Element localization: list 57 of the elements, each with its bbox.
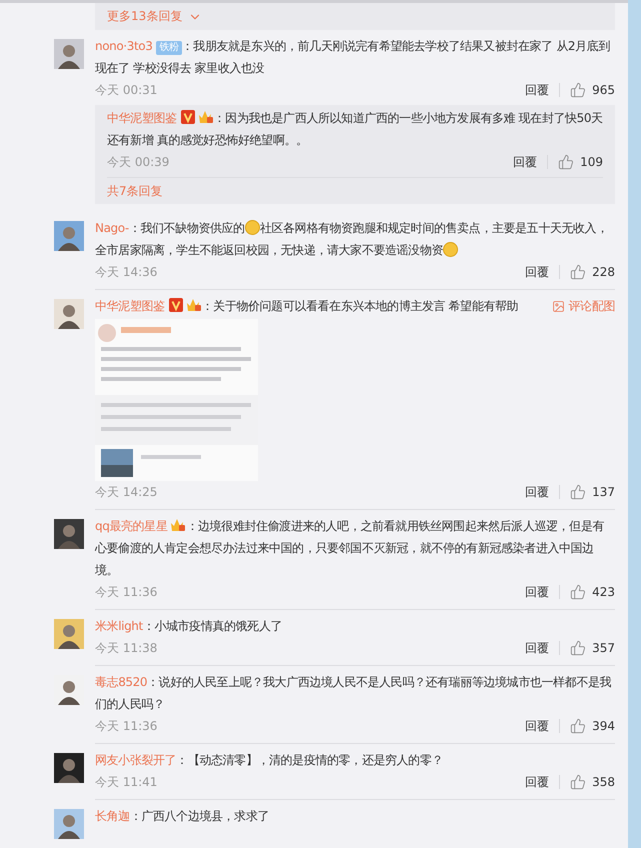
like-button[interactable]: 965 [570,82,615,98]
thumbs-up-icon [570,264,586,280]
fan-badge: 铁粉 [156,41,182,55]
crown-icon [198,110,214,124]
comment-text: 中华泥塑图鉴 ：因为我也是广西人所以知道广西的一些小地方发展有多难 现在封了快50天还有新增 真的感觉好恐怖好绝望啊。。 [107,109,603,149]
comment-time: 今天 00:39 [107,154,170,170]
comment-text: 长角迦：广西八个边境县，求求了 [95,808,270,825]
avatar[interactable] [54,39,84,69]
thumbs-up-icon [570,774,586,790]
crown-icon [170,518,186,532]
like-button[interactable]: 394 [570,718,615,734]
avatar[interactable] [54,299,84,329]
comment-text: 米米light：小城市疫情真的饿死人了 [95,618,283,635]
comment-time: 今天 14:25 [95,484,158,500]
comment-text: 毒志8520：说好的人民至上呢？我大广西边境人民不是人民吗？还有瑞丽等边境城市也一样都不是我们的人民吗？ [95,674,612,713]
comment-text: qq最亮的星星 ：边境很难封住偷渡进来的人吧，之前看就用铁丝网围起来然后派人巡逻，但是有心要偷渡的人肯定会想尽办法过来中国的，只要邻国不灭新冠，就不停的有新冠感染者进入中国边境。 [95,517,606,579]
thumbs-up-icon [570,718,586,734]
comment-time: 今天 11:36 [95,718,158,734]
thumbs-up-icon [570,584,586,600]
thumbs-up-icon [558,154,574,170]
comment-time: 今天 11:36 [95,584,158,600]
like-button[interactable]: 109 [558,154,603,170]
thumbs-up-icon [570,640,586,656]
avatar[interactable] [54,221,84,251]
comment-time: 今天 11:38 [95,640,158,656]
comment-text: 中华泥塑图鉴 ：关于物价问题可以看看在东兴本地的博主发言 希望能有帮助 [95,297,520,315]
comment-time: 今天 11:41 [95,774,158,790]
reply-link[interactable]: 回覆 [525,584,550,600]
avatar[interactable] [54,619,84,649]
verified-icon [168,298,183,312]
reply-link[interactable]: 回覆 [525,640,550,656]
reply-link[interactable]: 回覆 [525,82,550,98]
like-button[interactable]: 228 [570,264,615,280]
reply-link[interactable]: 回覆 [525,264,550,280]
thumbs-up-icon [570,484,586,500]
comment-time: 今天 14:36 [95,264,158,280]
image-icon [552,300,565,312]
reply-link[interactable]: 回覆 [525,484,550,500]
verified-icon [180,110,195,124]
comment-text: 网友小张裂开了：【动态清零】，清的是疫情的零，还是穷人的零？ [95,752,444,769]
reply-link[interactable]: 回覆 [525,718,550,734]
reply-link[interactable]: 回覆 [513,154,538,170]
like-button[interactable]: 358 [570,774,615,790]
avatar[interactable] [54,753,84,783]
comment-text: Nago-：我们不缺物资供应的 社区各网格有物资跑腿和规定时间的售卖点，主要是五十天无收入，全市居家隔离，学生不能返回校园，无快递，请大家不要造谣没物资 [95,219,609,259]
comment-time: 今天 00:31 [95,82,158,98]
reply-link[interactable]: 回覆 [525,774,550,790]
like-button[interactable]: 357 [570,640,615,656]
like-button[interactable]: 137 [570,484,615,500]
comment-text: nono·3to3 铁粉 ：我朋友就是东兴的，前几天刚说完有希望能去学校了结果又被封在家了 从2月底到现在了 学校没得去 家里收入也没 [95,38,611,77]
avatar[interactable] [54,519,84,549]
thumbs-up-icon [570,82,586,98]
emoji-icon [244,220,260,235]
avatar[interactable] [54,809,84,839]
emoji-icon [443,242,458,257]
like-button[interactable]: 423 [570,584,615,600]
crown-icon [186,298,202,312]
